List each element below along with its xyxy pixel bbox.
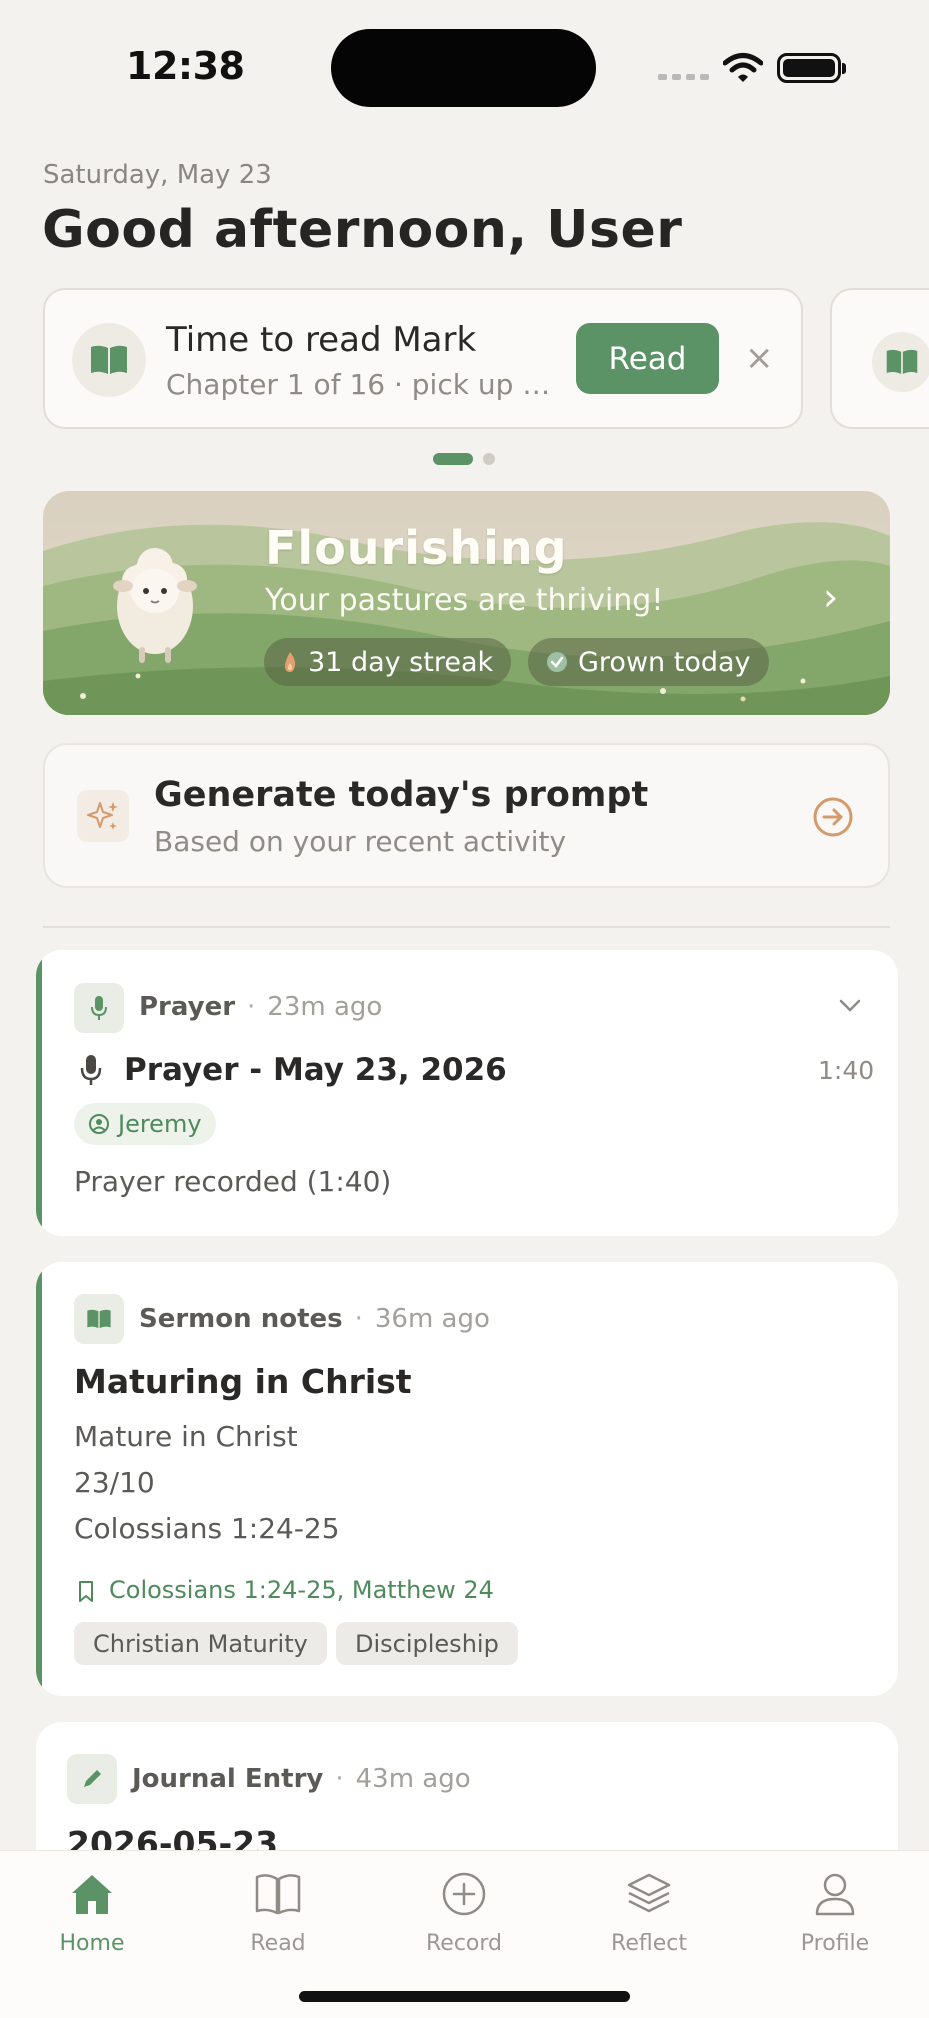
prompt-subtitle: Based on your recent activity <box>154 825 567 858</box>
layers-icon <box>627 1873 671 1913</box>
entry-type: Prayer <box>139 992 236 1022</box>
home-indicator <box>299 1991 630 2002</box>
page-title: Good afternoon, User <box>42 200 683 260</box>
tab-label: Record <box>425 1931 502 1956</box>
battery-icon <box>777 53 841 83</box>
user-circle-icon <box>89 1114 109 1134</box>
book-open-icon <box>74 1294 124 1344</box>
tab-label: Reflect <box>611 1931 687 1956</box>
pencil-icon <box>67 1754 117 1804</box>
cellular-signal-icon <box>658 74 709 80</box>
chevron-down-icon[interactable] <box>838 998 862 1014</box>
streak-label: 31 day streak <box>308 646 494 678</box>
close-icon[interactable]: × <box>745 338 774 378</box>
scripture-references[interactable]: Colossians 1:24-25, Matthew 24 <box>109 1576 494 1604</box>
arrow-right-circle-icon[interactable] <box>812 796 854 838</box>
tab-home[interactable]: Home <box>32 1871 152 1956</box>
reading-reminder-card[interactable]: Time to read Mark Chapter 1 of 16 · pick… <box>43 288 803 429</box>
entry-line: Mature in Christ <box>74 1420 298 1453</box>
person-tag[interactable]: Jeremy <box>74 1103 216 1145</box>
chevron-right-icon: › <box>823 575 839 619</box>
prayer-card[interactable]: Prayer · 23m ago Prayer - May 23, 2026 1… <box>36 950 898 1236</box>
tab-label: Home <box>59 1931 125 1956</box>
tab-record[interactable]: Record <box>404 1871 524 1956</box>
microphone-icon <box>74 983 124 1033</box>
flourishing-banner[interactable]: Flourishing Your pastures are thriving! … <box>43 491 890 715</box>
timestamp: 43m ago <box>355 1764 471 1794</box>
entry-type: Journal Entry <box>132 1764 324 1794</box>
entry-type: Sermon notes <box>139 1304 343 1334</box>
duration: 1:40 <box>818 1056 875 1085</box>
tab-read[interactable]: Read <box>218 1871 338 1956</box>
timestamp: 36m ago <box>374 1304 490 1334</box>
reminder-title: Time to read Mark <box>166 320 477 360</box>
banner-subtitle: Your pastures are thriving! <box>265 583 664 618</box>
header-date: Saturday, May 23 <box>43 160 272 190</box>
sparkles-icon <box>77 790 129 842</box>
timestamp: 23m ago <box>267 992 383 1022</box>
carousel-pagination[interactable] <box>433 453 495 465</box>
microphone-icon <box>80 1055 102 1085</box>
read-button[interactable]: Read <box>576 323 719 394</box>
grown-label: Grown today <box>578 646 751 678</box>
reminder-subtitle: Chapter 1 of 16 · pick up where you left… <box>166 368 561 401</box>
dynamic-island <box>331 29 596 107</box>
banner-title: Flourishing <box>265 521 568 575</box>
divider <box>43 926 890 928</box>
book-icon <box>255 1874 301 1915</box>
tab-profile[interactable]: Profile <box>775 1871 895 1956</box>
generate-prompt-card[interactable]: Generate today's prompt Based on your re… <box>43 743 890 888</box>
home-icon <box>72 1875 112 1914</box>
entry-title: Prayer - May 23, 2026 <box>124 1052 507 1088</box>
person-icon <box>815 1873 855 1916</box>
card-meta: Prayer · 23m ago <box>139 992 383 1022</box>
check-circle-icon <box>547 652 567 672</box>
tab-label: Read <box>250 1931 306 1956</box>
sermon-notes-card[interactable]: Sermon notes · 36m ago Maturing in Chris… <box>36 1262 898 1696</box>
flame-icon <box>285 652 296 672</box>
streak-badge: 31 day streak <box>264 638 512 686</box>
card-meta: Journal Entry · 43m ago <box>132 1764 471 1794</box>
entry-line: 23/10 <box>74 1466 155 1499</box>
card-meta: Sermon notes · 36m ago <box>139 1304 490 1334</box>
grown-badge: Grown today <box>528 638 769 686</box>
wifi-icon <box>723 53 763 82</box>
tab-label: Profile <box>800 1931 870 1956</box>
plus-circle-icon <box>442 1872 486 1916</box>
tab-reflect[interactable]: Reflect <box>589 1871 709 1956</box>
prompt-title: Generate today's prompt <box>154 775 649 815</box>
topic-tag[interactable]: Discipleship <box>336 1622 518 1665</box>
entry-title: Maturing in Christ <box>74 1362 412 1401</box>
status-time: 12:38 <box>126 44 245 88</box>
entry-body: Prayer recorded (1:40) <box>74 1165 392 1198</box>
book-open-icon <box>72 323 146 397</box>
bookmark-icon <box>79 1581 93 1602</box>
next-reminder-card[interactable] <box>830 288 929 429</box>
entry-line: Colossians 1:24-25 <box>74 1512 340 1545</box>
book-open-icon <box>872 332 929 392</box>
topic-tag[interactable]: Christian Maturity <box>74 1622 327 1665</box>
